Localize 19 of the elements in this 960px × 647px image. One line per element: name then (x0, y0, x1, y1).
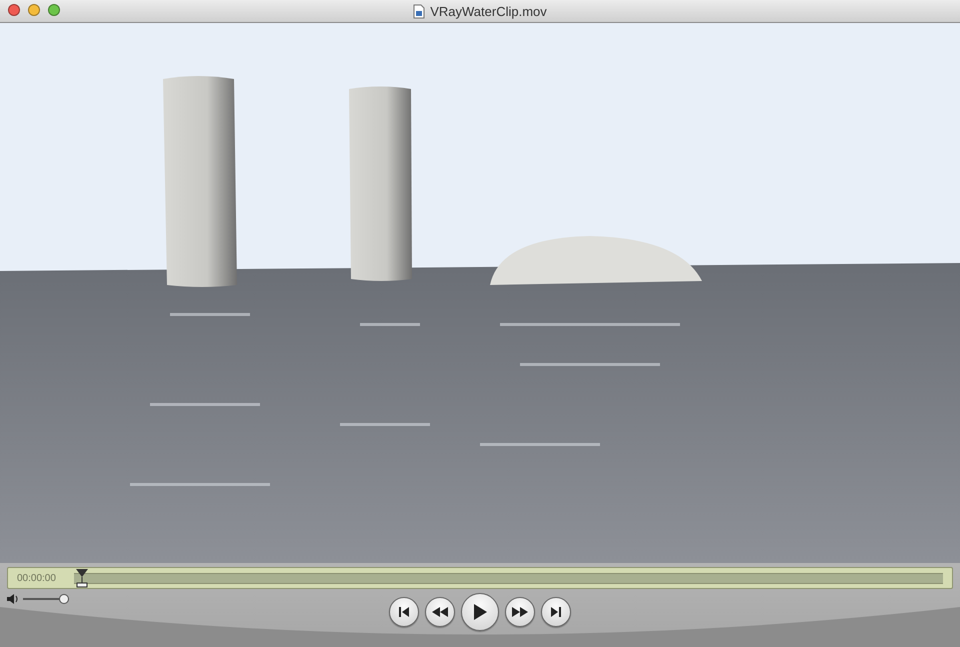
current-time: 00:00:00 (17, 572, 56, 584)
window-title: VRayWaterClip.mov (430, 4, 547, 18)
fast-forward-icon (511, 606, 529, 618)
zoom-button[interactable] (48, 4, 60, 16)
movie-file-icon (413, 4, 426, 18)
play-icon (472, 603, 488, 621)
rewind-button[interactable] (425, 597, 455, 627)
playhead-handle[interactable] (74, 568, 90, 588)
close-button[interactable] (8, 4, 20, 16)
speaker-icon (6, 593, 20, 605)
rewind-icon (431, 606, 449, 618)
skip-start-icon (398, 606, 410, 618)
volume-thumb[interactable] (59, 594, 69, 604)
skip-start-button[interactable] (389, 597, 419, 627)
fast-forward-button[interactable] (505, 597, 535, 627)
skip-end-button[interactable] (541, 597, 571, 627)
minimize-button[interactable] (28, 4, 40, 16)
skip-end-icon (550, 606, 562, 618)
play-button[interactable] (461, 593, 499, 631)
